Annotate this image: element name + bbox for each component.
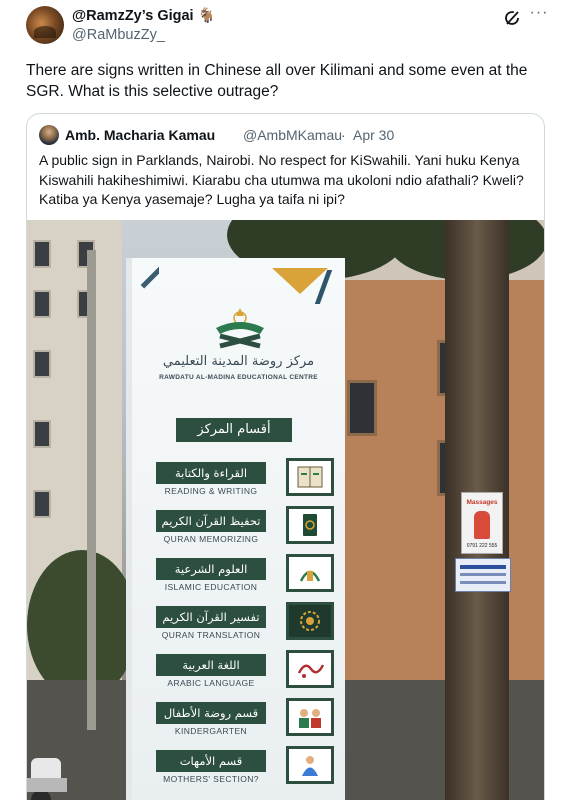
- tweet: @RamzZy’s Gigai 🐐 @RaMbuzZy_ ··· There a…: [0, 0, 575, 800]
- department-english: READING & WRITING: [164, 486, 258, 496]
- poster-title: Massages: [466, 499, 498, 506]
- mother-icon: [286, 746, 334, 784]
- department-english: QURAN MEMORIZING: [163, 534, 259, 544]
- author-handle[interactable]: @RaMbuzZy_: [72, 27, 165, 43]
- author-avatar[interactable]: [26, 6, 64, 44]
- department-arabic: العلوم الشرعية: [156, 558, 266, 580]
- department-arabic: القراءة والكتابة: [156, 462, 266, 484]
- department-english: ARABIC LANGUAGE: [167, 678, 255, 688]
- massage-poster: Massages 0791 222 555: [461, 492, 503, 554]
- tweet-text: There are signs written in Chinese all o…: [26, 62, 528, 100]
- book-icon: [286, 458, 334, 496]
- calligraphy-icon: [286, 650, 334, 688]
- building-right: [327, 280, 544, 700]
- children-icon: [286, 698, 334, 736]
- motorbike: [27, 758, 67, 800]
- quoted-author-avatar[interactable]: [39, 125, 59, 145]
- poster-figure: [474, 511, 490, 539]
- grok-icon[interactable]: [503, 9, 521, 27]
- quoted-timestamp[interactable]: Apr 30: [353, 127, 394, 143]
- department-item: العلوم الشرعية ISLAMIC EDUCATION: [148, 554, 338, 603]
- centre-arabic-name: مركز روضة المدينة التعليمي: [162, 354, 315, 369]
- quran-icon: [286, 506, 334, 544]
- quoted-tweet-card[interactable]: Amb. Macharia Kamau @AmbMKamau · Apr 30 …: [26, 113, 545, 800]
- shrub: [27, 550, 137, 700]
- department-arabic: قسم الأمهات: [156, 750, 266, 772]
- department-item: اللغة العربية ARABIC LANGUAGE: [148, 650, 338, 699]
- lantern-icon: [286, 554, 334, 592]
- department-english: KINDERGARTEN: [174, 726, 248, 736]
- author-display-name[interactable]: @RamzZy’s Gigai 🐐: [72, 7, 216, 24]
- quoted-tweet-text: A public sign in Parklands, Nairobi. No …: [39, 152, 524, 207]
- blue-poster: [455, 558, 511, 592]
- quoted-author-display-name[interactable]: Amb. Macharia Kamau: [65, 127, 215, 143]
- department-item: قسم الأمهات MOTHERS' SECTION?: [148, 746, 338, 795]
- department-item: قسم روضة الأطفال KINDERGARTEN: [148, 698, 338, 747]
- centre-latin-name: RAWDATU AL-MADINA EDUCATIONAL CENTRE: [159, 374, 318, 381]
- department-item: القراءة والكتابة READING & WRITING: [148, 458, 338, 507]
- centre-logo-icon: [216, 308, 264, 349]
- ornament-icon: [286, 602, 334, 640]
- department-item: تحفيظ القرآن الكريم QURAN MEMORIZING: [148, 506, 338, 555]
- departments-header: أقسام المركز: [176, 418, 292, 442]
- educational-centre-sign: مركز روضة المدينة التعليمي RAWDATU AL-MA…: [132, 258, 345, 800]
- utility-pole: [87, 250, 96, 730]
- department-arabic: قسم روضة الأطفال: [156, 702, 266, 724]
- department-arabic: اللغة العربية: [156, 654, 266, 676]
- department-english: ISLAMIC EDUCATION: [164, 582, 258, 592]
- department-item: تفسير القرآن الكريم QURAN TRANSLATION: [148, 602, 338, 651]
- department-arabic: تفسير القرآن الكريم: [156, 606, 266, 628]
- quoted-author-handle[interactable]: @AmbMKamau: [243, 127, 342, 143]
- quoted-tweet-photo[interactable]: Massages 0791 222 555 مركز روضة المدينة …: [27, 220, 544, 800]
- quoted-separator: ·: [341, 127, 346, 143]
- more-icon[interactable]: ···: [528, 5, 550, 26]
- poster-phone: 0791 222 555: [466, 543, 498, 549]
- department-arabic: تحفيظ القرآن الكريم: [156, 510, 266, 532]
- department-english: MOTHERS' SECTION?: [163, 774, 259, 784]
- department-english: QURAN TRANSLATION: [161, 630, 261, 640]
